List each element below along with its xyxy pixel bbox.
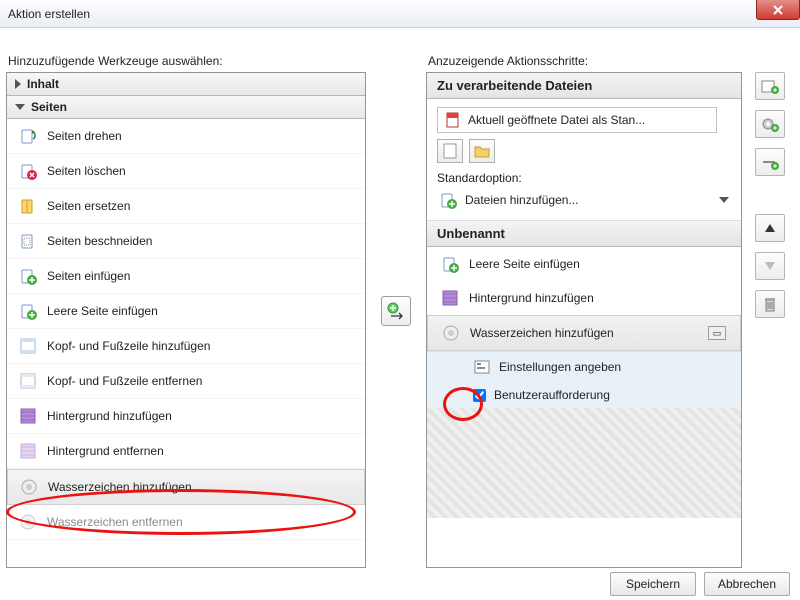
folder-icon: [474, 144, 490, 158]
steps-list: Leere Seite einfügen Hintergrund hinzufü…: [427, 247, 741, 567]
save-button[interactable]: Speichern: [610, 572, 696, 596]
tools-list: Seiten drehen Seiten löschen Seiten erse…: [7, 119, 365, 567]
move-down-button[interactable]: [755, 252, 785, 280]
step-watermark[interactable]: Wasserzeichen hinzufügen▭: [427, 315, 741, 351]
blank-page-icon: [19, 302, 37, 320]
chevron-down-icon: [15, 104, 25, 110]
step-background[interactable]: Hintergrund hinzufügen: [427, 281, 741, 315]
group-content-label: Inhalt: [27, 77, 59, 91]
watermark-icon: [442, 324, 460, 342]
middle-column: [374, 54, 418, 568]
side-btn-3[interactable]: [755, 148, 785, 176]
watermark-remove-icon: [19, 513, 37, 531]
tool-blank[interactable]: Leere Seite einfügen: [7, 294, 365, 329]
step-options-button[interactable]: ▭: [708, 326, 726, 340]
standard-option-value: Dateien hinzufügen...: [465, 193, 578, 207]
tool-insert[interactable]: Seiten einfügen: [7, 259, 365, 294]
crop-icon: [19, 232, 37, 250]
tool-rotate[interactable]: Seiten drehen: [7, 119, 365, 154]
tool-crop[interactable]: Seiten beschneiden: [7, 224, 365, 259]
add-files-icon: [439, 191, 457, 209]
chevron-right-icon: [15, 79, 21, 89]
substep-prompt[interactable]: Benutzeraufforderung: [427, 382, 741, 408]
tools-column: Hinzuzufügende Werkzeuge auswählen: Inha…: [6, 54, 366, 568]
header-footer-remove-icon: [19, 372, 37, 390]
new-file-button[interactable]: [437, 139, 463, 163]
tool-hf-add[interactable]: Kopf- und Fußzeile hinzufügen: [7, 329, 365, 364]
current-file-label: Aktuell geöffnete Datei als Stan...: [468, 113, 645, 127]
side-btn-1[interactable]: [755, 72, 785, 100]
side-toolbar: [750, 54, 790, 568]
steps-column: Anzuzeigende Aktionsschritte: Zu verarbe…: [426, 54, 742, 568]
insert-icon: [19, 267, 37, 285]
header-footer-add-icon: [19, 337, 37, 355]
rotate-icon: [19, 127, 37, 145]
prompt-checkbox[interactable]: [473, 389, 486, 402]
open-folder-button[interactable]: [469, 139, 495, 163]
add-arrow-icon: [386, 301, 406, 321]
group-pages[interactable]: Seiten: [7, 96, 365, 119]
triangle-up-icon: [764, 223, 776, 233]
substep-settings[interactable]: Einstellungen angeben: [427, 351, 741, 382]
background-remove-icon: [19, 442, 37, 460]
tool-wm-rem[interactable]: Wasserzeichen entfernen: [7, 505, 365, 540]
blank-page-icon: [441, 255, 459, 273]
tool-wm-add[interactable]: Wasserzeichen hinzufügen: [7, 469, 365, 505]
current-file-row[interactable]: Aktuell geöffnete Datei als Stan...: [437, 107, 717, 133]
files-box: Aktuell geöffnete Datei als Stan... Stan…: [427, 99, 741, 221]
tool-hf-rem[interactable]: Kopf- und Fußzeile entfernen: [7, 364, 365, 399]
blank-doc-icon: [443, 143, 457, 159]
divider-add-icon: [761, 154, 779, 170]
group-name-header: Unbenannt: [427, 221, 741, 247]
triangle-down-icon: [764, 261, 776, 271]
titlebar: Aktion erstellen: [0, 0, 800, 28]
background-icon: [441, 289, 459, 307]
watermark-add-icon: [20, 478, 38, 496]
pdf-icon: [444, 111, 462, 129]
move-up-button[interactable]: [755, 214, 785, 242]
background-add-icon: [19, 407, 37, 425]
group-content[interactable]: Inhalt: [7, 73, 365, 96]
files-header: Zu verarbeitende Dateien: [427, 73, 741, 99]
dialog-footer: Speichern Abbrechen: [610, 568, 790, 600]
tool-bg-add[interactable]: Hintergrund hinzufügen: [7, 399, 365, 434]
panel-add-icon: [761, 78, 779, 94]
empty-area: [427, 408, 741, 518]
chevron-down-icon: [719, 197, 729, 203]
settings-icon: [473, 358, 491, 376]
gear-add-icon: [761, 116, 779, 132]
tool-delete[interactable]: Seiten löschen: [7, 154, 365, 189]
delete-icon: [19, 162, 37, 180]
side-btn-2[interactable]: [755, 110, 785, 138]
window-title: Aktion erstellen: [8, 7, 90, 21]
add-to-action-button[interactable]: [381, 296, 411, 326]
steps-label: Anzuzeigende Aktionsschritte:: [426, 54, 742, 68]
standard-option-row[interactable]: Dateien hinzufügen...: [437, 188, 731, 212]
trash-icon: [763, 296, 777, 312]
tools-panel: Inhalt Seiten Seiten drehen Seiten lösch…: [6, 72, 366, 568]
steps-panel: Zu verarbeitende Dateien Aktuell geöffne…: [426, 72, 742, 568]
tool-replace[interactable]: Seiten ersetzen: [7, 189, 365, 224]
replace-icon: [19, 197, 37, 215]
tool-bg-rem[interactable]: Hintergrund entfernen: [7, 434, 365, 469]
window-close-button[interactable]: [756, 0, 800, 20]
dialog-body: Hinzuzufügende Werkzeuge auswählen: Inha…: [0, 28, 800, 568]
tools-label: Hinzuzufügende Werkzeuge auswählen:: [6, 54, 366, 68]
delete-step-button[interactable]: [755, 290, 785, 318]
cancel-button[interactable]: Abbrechen: [704, 572, 790, 596]
step-blank[interactable]: Leere Seite einfügen: [427, 247, 741, 281]
file-buttons: [437, 139, 731, 163]
group-pages-label: Seiten: [31, 100, 67, 114]
standard-option-label: Standardoption:: [437, 171, 731, 185]
